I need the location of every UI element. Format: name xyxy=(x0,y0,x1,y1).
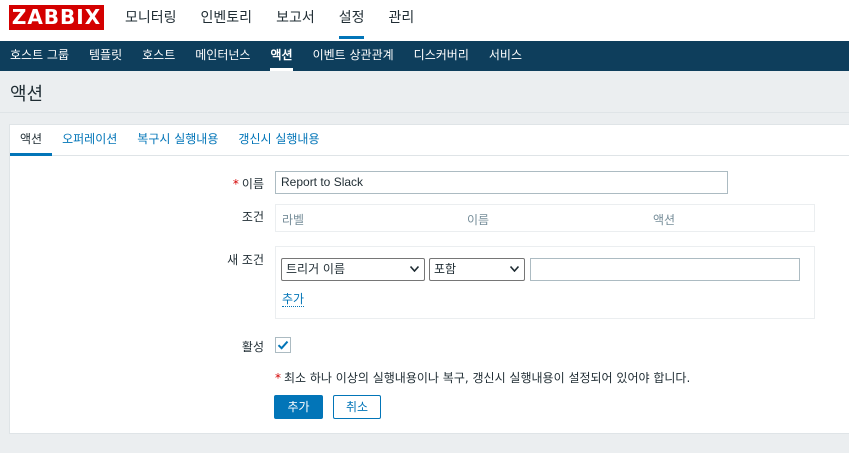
enabled-label: 활성 xyxy=(241,340,264,354)
name-input[interactable]: Report to Slack xyxy=(275,171,728,194)
main-menu-monitoring[interactable]: 모니터링 xyxy=(113,0,189,41)
zabbix-logo[interactable]: ZABBIX xyxy=(9,5,104,30)
sub-menu-hosts[interactable]: 호스트 xyxy=(132,41,185,71)
chevron-down-icon xyxy=(410,266,419,272)
name-label: * 이름 xyxy=(232,177,264,191)
condition-type-select[interactable]: 트리거 이름 xyxy=(281,258,425,281)
sub-menu-maintenance[interactable]: 메인터넌스 xyxy=(185,41,260,71)
top-bar: ZABBIX 모니터링 인벤토리 보고서 설정 관리 xyxy=(0,0,849,41)
page-title: 액션 xyxy=(10,84,44,105)
sub-menu-services[interactable]: 서비스 xyxy=(479,41,532,71)
main-menu-administration[interactable]: 관리 xyxy=(376,0,426,41)
cancel-button[interactable]: 취소 xyxy=(333,395,381,419)
sub-menu-host-groups[interactable]: 호스트 그룹 xyxy=(0,41,79,71)
main-menu-inventory[interactable]: 인벤토리 xyxy=(189,0,265,41)
conditions-table: 라벨 이름 액션 xyxy=(275,204,815,232)
main-menu: 모니터링 인벤토리 보고서 설정 관리 xyxy=(113,0,426,41)
condition-operator-select[interactable]: 포함 xyxy=(429,258,525,281)
main-menu-reports[interactable]: 보고서 xyxy=(264,0,327,41)
conditions-header-label: 라벨 xyxy=(282,213,305,227)
condition-value-input[interactable] xyxy=(530,258,800,281)
new-condition-box: 트리거 이름 포함 추가 xyxy=(275,246,815,319)
form-tabs: 액션 오퍼레이션 복구시 실행내용 갱신시 실행내용 xyxy=(10,125,849,156)
required-asterisk: * xyxy=(232,177,239,191)
conditions-header-name: 이름 xyxy=(467,213,490,227)
checkmark-icon xyxy=(277,340,289,350)
tab-action[interactable]: 액션 xyxy=(10,125,53,156)
action-form-panel: 액션 오퍼레이션 복구시 실행내용 갱신시 실행내용 * 이름 Report to… xyxy=(9,124,849,434)
add-button[interactable]: 추가 xyxy=(274,395,323,419)
tab-update-operations[interactable]: 갱신시 실행내용 xyxy=(228,125,329,155)
required-asterisk: * xyxy=(275,371,281,385)
sub-menu: 호스트 그룹 템플릿 호스트 메인터넌스 액션 이벤트 상관관계 디스커버리 서… xyxy=(0,41,849,71)
page-header: 액션 xyxy=(0,71,849,113)
requirement-note: * 최소 하나 이상의 실행내용이나 복구, 갱신시 실행내용이 설정되어 있어야… xyxy=(275,371,691,385)
chevron-down-icon xyxy=(510,266,519,272)
sub-menu-actions[interactable]: 액션 xyxy=(260,41,302,71)
enabled-checkbox[interactable] xyxy=(275,337,291,353)
add-condition-link[interactable]: 추가 xyxy=(282,292,305,307)
new-condition-label: 새 조건 xyxy=(227,253,264,267)
tab-recovery-operations[interactable]: 복구시 실행내용 xyxy=(127,125,228,155)
conditions-label: 조건 xyxy=(241,210,264,224)
main-menu-configuration[interactable]: 설정 xyxy=(327,0,377,41)
tab-operations[interactable]: 오퍼레이션 xyxy=(52,125,127,155)
sub-menu-templates[interactable]: 템플릿 xyxy=(79,41,132,71)
sub-menu-event-correlation[interactable]: 이벤트 상관관계 xyxy=(303,41,404,71)
conditions-header-action: 액션 xyxy=(653,213,676,227)
sub-menu-discovery[interactable]: 디스커버리 xyxy=(404,41,479,71)
